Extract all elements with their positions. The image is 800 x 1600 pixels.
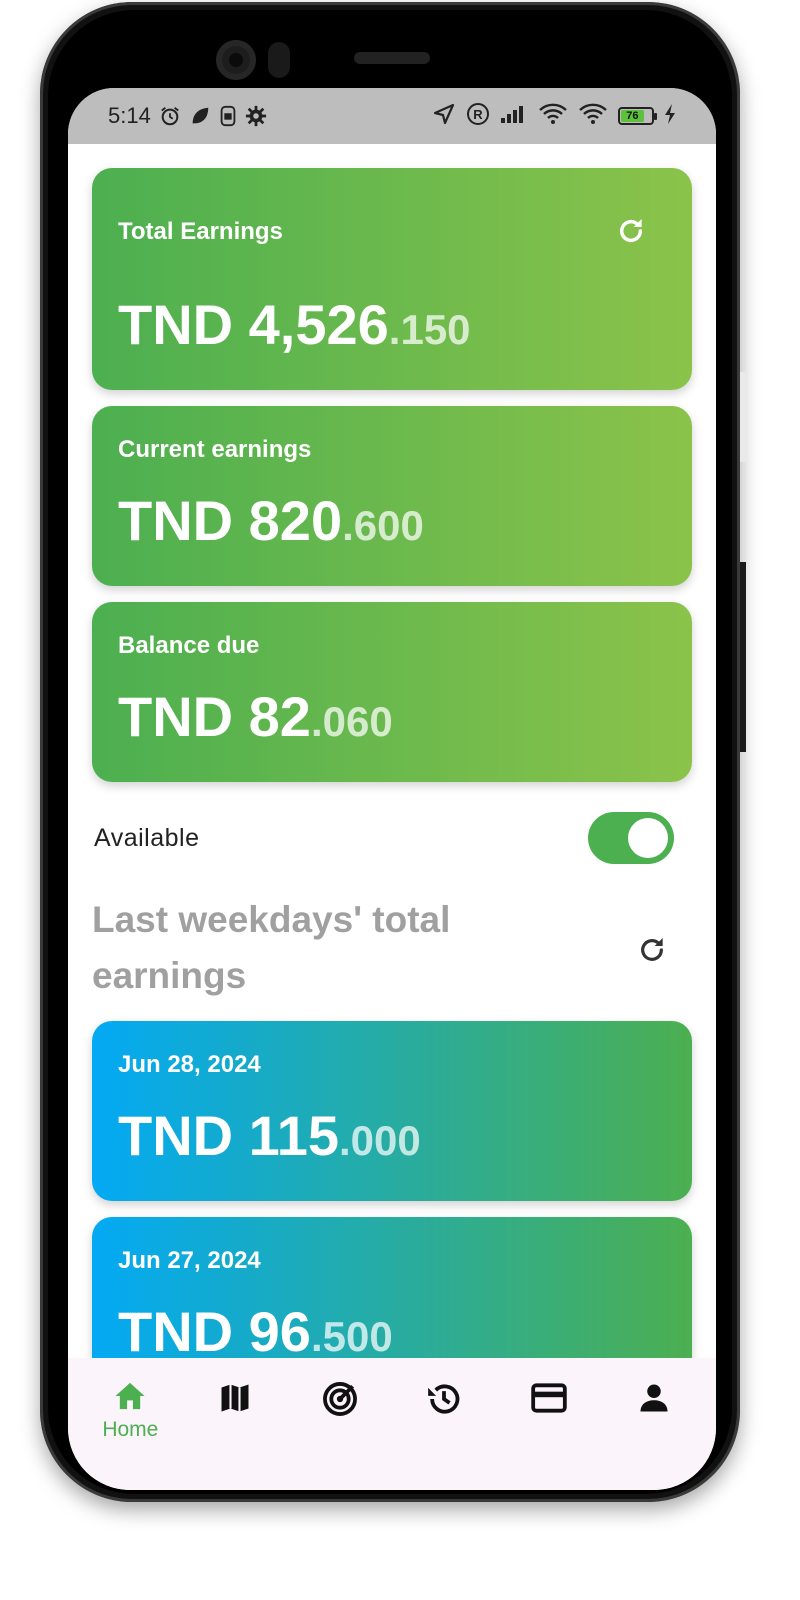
weekday-amount-decimal: .500 bbox=[310, 1313, 393, 1358]
svg-text:R: R bbox=[473, 107, 483, 122]
current-earnings-main: TND 820 bbox=[118, 489, 343, 552]
weekday-date: Jun 28, 2024 bbox=[118, 1051, 261, 1078]
refresh-icon bbox=[641, 938, 663, 961]
side-button-power bbox=[740, 372, 746, 462]
weekday-amount-main: TND 115 bbox=[118, 1104, 339, 1167]
weekday-amount: TND 115.000 bbox=[118, 1103, 421, 1168]
sim-icon bbox=[219, 105, 237, 127]
total-earnings-decimal: .150 bbox=[388, 306, 471, 353]
radar-icon bbox=[322, 1382, 357, 1416]
status-bar: 5:14 R 76 bbox=[68, 88, 716, 144]
history-icon bbox=[428, 1384, 460, 1414]
total-earnings-amount: TND 4,526.150 bbox=[118, 292, 471, 357]
front-camera bbox=[216, 40, 256, 80]
card-icon bbox=[531, 1383, 567, 1413]
home-content[interactable]: Total Earnings TND 4,526.150 Current ear… bbox=[68, 144, 716, 1358]
refresh-total-button[interactable] bbox=[614, 214, 648, 248]
leaf-icon bbox=[189, 105, 211, 127]
status-indicators: R 76 bbox=[432, 102, 676, 131]
earpiece-speaker bbox=[354, 52, 430, 64]
nav-history[interactable] bbox=[392, 1358, 497, 1490]
current-earnings-decimal: .600 bbox=[342, 502, 424, 549]
weekday-earnings-card: Jun 27, 2024 TND 96.500 bbox=[92, 1217, 692, 1358]
availability-label: Available bbox=[94, 823, 200, 852]
person-icon bbox=[640, 1384, 668, 1412]
location-icon bbox=[432, 102, 456, 131]
side-button-volume bbox=[740, 562, 746, 752]
nav-radar[interactable] bbox=[287, 1358, 392, 1490]
refresh-weekdays-button[interactable] bbox=[634, 932, 670, 968]
balance-due-title: Balance due bbox=[118, 632, 260, 659]
balance-due-decimal: .060 bbox=[310, 698, 393, 745]
total-earnings-main: TND 4,526 bbox=[118, 293, 389, 356]
nav-home[interactable]: Home bbox=[78, 1358, 183, 1490]
home-icon bbox=[115, 1382, 145, 1410]
bottom-navigation: Home bbox=[68, 1358, 716, 1490]
charging-icon bbox=[664, 103, 676, 130]
weekday-amount: TND 96.500 bbox=[118, 1299, 393, 1358]
refresh-icon bbox=[619, 219, 643, 243]
current-earnings-card: Current earnings TND 820.600 bbox=[92, 406, 692, 586]
proximity-sensor bbox=[268, 42, 290, 78]
current-earnings-amount: TND 820.600 bbox=[118, 488, 424, 553]
battery-icon: 76 bbox=[618, 107, 657, 125]
availability-toggle[interactable] bbox=[588, 812, 674, 864]
weekdays-section-title: Last weekdays' total earnings bbox=[92, 899, 451, 996]
weekday-amount-main: TND 96 bbox=[118, 1300, 311, 1358]
toggle-knob bbox=[628, 818, 668, 858]
balance-due-card: Balance due TND 82.060 bbox=[92, 602, 692, 782]
weekday-date: Jun 27, 2024 bbox=[118, 1247, 261, 1274]
total-earnings-title: Total Earnings bbox=[118, 218, 283, 245]
wifi-secondary-icon bbox=[578, 103, 608, 130]
battery-level: 76 bbox=[621, 110, 644, 122]
balance-due-main: TND 82 bbox=[118, 685, 311, 748]
current-earnings-title: Current earnings bbox=[118, 436, 312, 463]
map-icon bbox=[221, 1384, 249, 1412]
weekday-amount-decimal: .000 bbox=[339, 1117, 421, 1164]
roaming-icon: R bbox=[466, 102, 490, 131]
balance-due-amount: TND 82.060 bbox=[118, 684, 393, 749]
signal-icon bbox=[500, 104, 528, 129]
app-screen: 5:14 R 76 Total Earnings TND 4,526.150 C… bbox=[68, 88, 716, 1490]
nav-home-label: Home bbox=[102, 1418, 159, 1441]
settings-icon bbox=[245, 105, 267, 127]
nav-profile[interactable] bbox=[601, 1358, 706, 1490]
availability-row: Available bbox=[94, 810, 674, 866]
nav-map[interactable] bbox=[183, 1358, 288, 1490]
status-time: 5:14 bbox=[108, 103, 151, 128]
weekday-earnings-card: Jun 28, 2024 TND 115.000 bbox=[92, 1021, 692, 1201]
nav-payment[interactable] bbox=[497, 1358, 602, 1490]
wifi-icon bbox=[538, 103, 568, 130]
alarm-icon bbox=[159, 105, 181, 127]
total-earnings-card: Total Earnings TND 4,526.150 bbox=[92, 168, 692, 390]
